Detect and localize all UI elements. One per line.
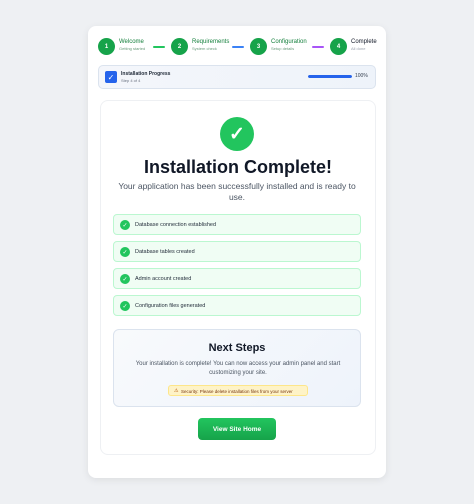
next-steps-panel: Next Steps Your installation is complete… (113, 329, 361, 407)
step-number: 2 (171, 38, 188, 55)
checklist-label: Database tables created (135, 249, 195, 255)
step-title: Complete (351, 39, 377, 45)
step-title: Requirements (192, 39, 230, 45)
progress-step: Step 4 of 4 (121, 78, 141, 83)
checklist-item: ✓ Configuration files generated (113, 295, 361, 316)
checklist-item: ✓ Database connection established (113, 214, 361, 235)
security-warning-text: Security: Please delete installation fil… (181, 389, 293, 394)
stepper: 1 Welcome Getting started 2 Requirements… (98, 38, 378, 56)
page-subtitle: Your application has been successfully i… (118, 181, 356, 202)
check-icon: ✓ (105, 71, 117, 83)
step-subtitle: All done (351, 46, 366, 51)
checklist-label: Database connection established (135, 222, 217, 228)
step-connector (232, 46, 244, 48)
step-number: 4 (330, 38, 347, 55)
progress-bar (308, 75, 352, 78)
step-subtitle: System check (192, 46, 217, 51)
page-title: Installation Complete! (143, 157, 332, 177)
step-subtitle: Setup details (271, 46, 295, 51)
check-icon: ✓ (120, 247, 130, 257)
check-icon: ✓ (120, 274, 130, 284)
view-site-home-button[interactable]: View Site Home (198, 418, 276, 440)
step-subtitle: Getting started (119, 46, 146, 51)
step-number: 1 (98, 38, 115, 55)
check-icon: ✓ (120, 220, 130, 230)
security-warning: ⚠ Security: Please delete installation f… (168, 385, 308, 396)
step-number: 3 (250, 38, 267, 55)
progress-panel: ✓ Installation Progress Step 4 of 4 100% (98, 65, 376, 89)
progress-title: Installation Progress (121, 71, 171, 77)
check-icon: ✓ (120, 301, 130, 311)
step-connector (153, 46, 165, 48)
success-check-icon: ✓ (220, 117, 254, 151)
checklist-label: Admin account created (135, 276, 192, 282)
step-title: Welcome (119, 39, 144, 45)
step-connector (312, 46, 324, 48)
warning-icon: ⚠ (174, 388, 179, 394)
progress-bar-fill (308, 75, 352, 78)
progress-percent: 100% (355, 73, 368, 79)
step-title: Configuration (271, 39, 307, 45)
next-steps-body: Your installation is complete! You can n… (135, 361, 341, 376)
checklist-label: Configuration files generated (135, 303, 206, 309)
next-steps-title: Next Steps (208, 342, 266, 354)
checklist-item: ✓ Admin account created (113, 268, 361, 289)
checklist-item: ✓ Database tables created (113, 241, 361, 262)
